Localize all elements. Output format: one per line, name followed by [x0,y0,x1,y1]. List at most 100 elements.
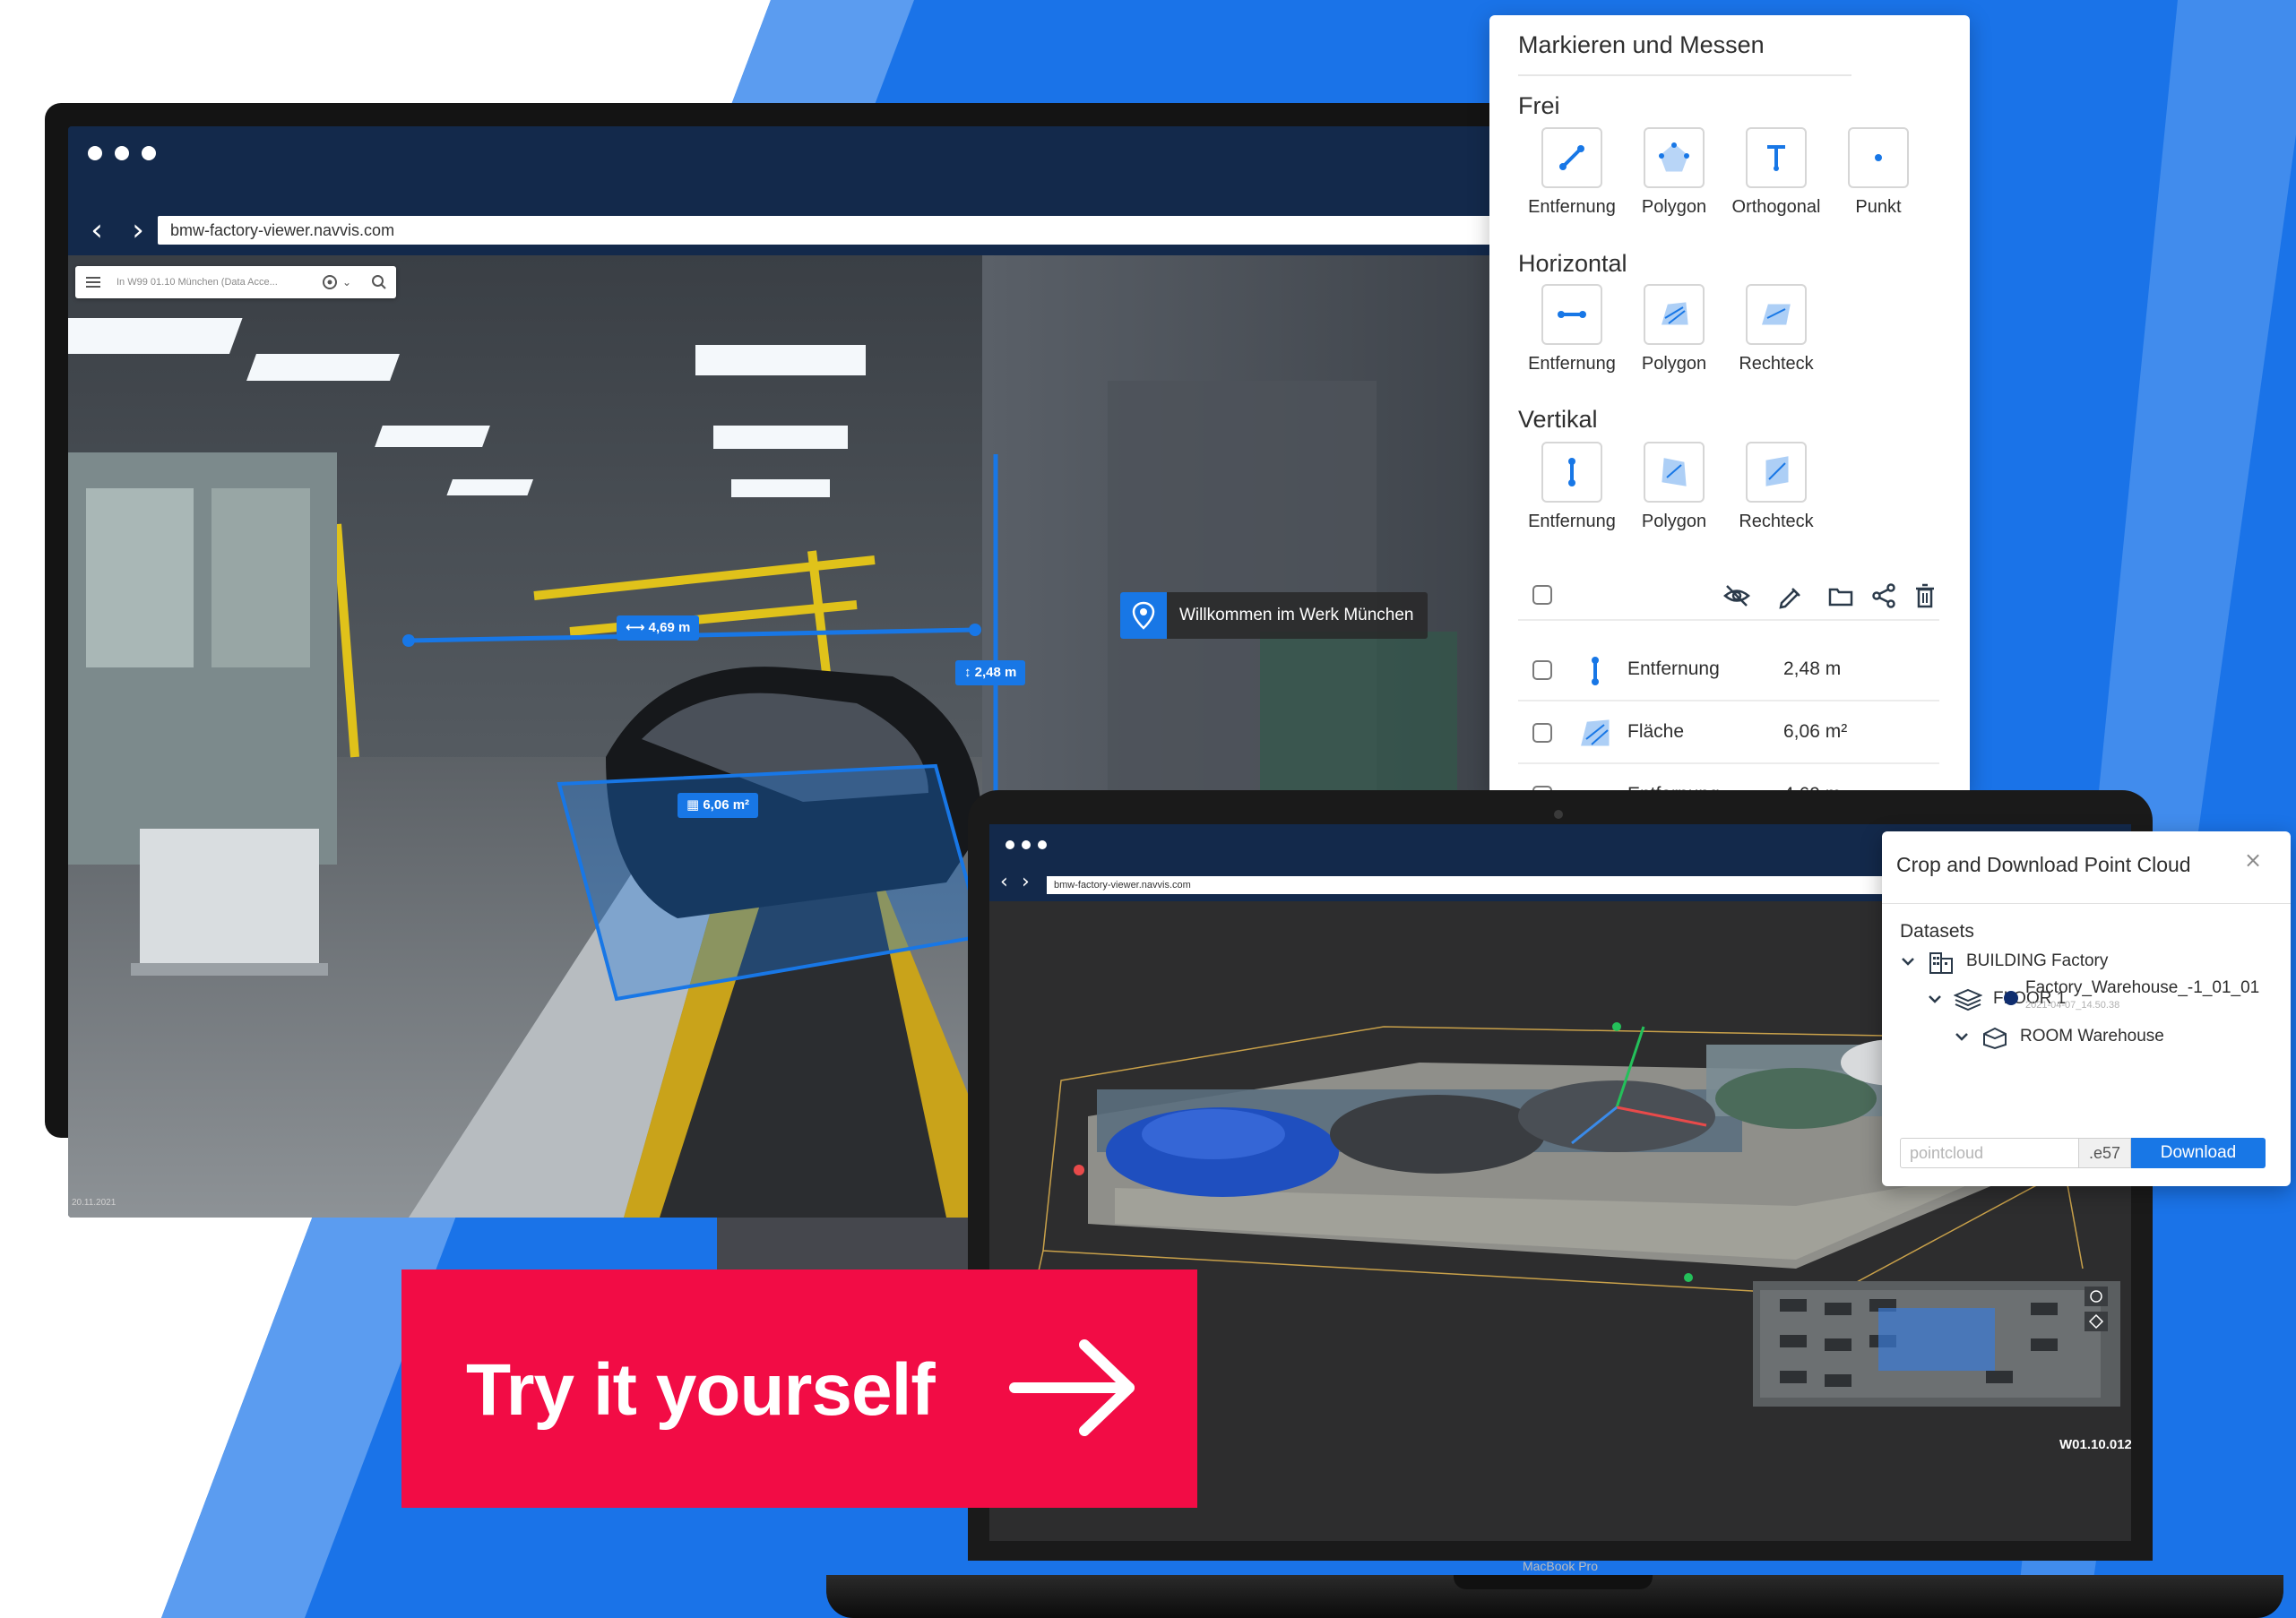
url-bar[interactable]: bmw-factory-viewer.navvis.com [158,216,1556,245]
chevron-down-icon[interactable] [1954,1028,1970,1045]
forward-arrow-icon[interactable]: › [1022,871,1030,893]
line-distance-icon [1559,145,1584,170]
measurement-value: 4,69 m [648,620,691,635]
select-all-checkbox[interactable] [1532,585,1552,605]
window-dot[interactable] [142,146,156,160]
browser-navbar: ‹ › bmw-factory-viewer.navvis.com [68,205,1556,255]
location-icon[interactable] [321,273,339,291]
section-title-vertical: Vertikal [1518,406,1598,433]
polygon-icon [1659,142,1689,172]
window-dot[interactable] [1038,840,1047,849]
point-icon [1875,154,1882,161]
capture-date: 20.11.2021 [72,1198,117,1208]
window-dot[interactable] [115,146,129,160]
window-dot[interactable] [1022,840,1031,849]
tool-button[interactable] [1746,442,1807,503]
browser-titlebar [68,126,1556,205]
section-title-horizontal: Horizontal [1518,250,1627,277]
chevron-down-icon[interactable] [1927,991,1943,1007]
divider [1518,74,1851,76]
orthogonal-icon [1767,145,1785,171]
measurement-value: 6,06 m² [1783,721,1848,742]
share-icon[interactable] [1869,581,1898,610]
measurement-row[interactable]: Entfernung 4,69 m [1518,764,1939,793]
measurement-label-area[interactable]: ▦ 6,06 m² [678,793,759,818]
measurement-value: 2,48 m [974,665,1017,680]
viewer-search-bar[interactable]: In W99 01.10 München (Data Acce... ⌄ [75,266,396,298]
hide-icon[interactable] [1722,581,1751,610]
poi-pin-icon [1120,592,1167,639]
laptop-camera [1554,810,1563,819]
folder-icon[interactable] [1826,581,1855,610]
vertical-distance-icon [1592,657,1599,685]
datasets-heading: Datasets [1900,921,1974,942]
tool-button[interactable] [1848,127,1909,188]
horizontal-polygon-icon [1661,302,1688,325]
tool-button[interactable] [1644,127,1705,188]
arrow-right-icon [1009,1339,1135,1436]
edit-icon[interactable] [1774,581,1803,610]
try-it-yourself-button[interactable]: Try it yourself [401,1269,1197,1508]
horizontal-rectangle-icon [1761,304,1791,325]
measurement-list-toolbar [1518,569,1939,621]
dataset-name[interactable]: Factory_Warehouse_-1_01_01 [2025,978,2259,998]
back-arrow-icon[interactable]: ‹ [1000,871,1008,893]
vertical-rectangle-icon [1765,456,1789,486]
tool-button[interactable] [1746,284,1807,345]
vertical-polygon-icon [1662,458,1687,486]
tool-label: Rechteck [1739,512,1814,531]
row-checkbox[interactable] [1532,660,1552,680]
room-icon [1983,1027,2007,1050]
window-controls [1006,840,1047,849]
laptop-notch [1454,1575,1653,1589]
cta-label: Try it yourself [466,1349,936,1431]
viewer-search-text: In W99 01.10 München (Data Acce... [117,277,278,288]
tool-button[interactable] [1541,442,1602,503]
filename-input[interactable]: pointcloud [1900,1138,2079,1168]
menu-icon[interactable] [86,276,100,288]
tool-button[interactable] [1541,127,1602,188]
measurement-value: 2,48 m [1783,658,1842,679]
tool-button[interactable] [1644,284,1705,345]
area-icon [1581,719,1610,746]
building-icon [1929,952,1953,974]
measurement-value: 6,06 m² [703,797,750,813]
measurement-name: Entfernung [1627,658,1720,679]
measurement-name: Fläche [1627,721,1685,742]
tool-button[interactable] [1746,127,1807,188]
tree-item-label: BUILDING Factory [1966,951,2109,970]
section-title-free: Frei [1518,92,1560,119]
chevron-down-icon[interactable] [1900,953,1916,969]
row-checkbox[interactable] [1532,723,1552,743]
window-controls [88,146,156,160]
tool-button[interactable] [1541,284,1602,345]
measurement-row[interactable]: Entfernung 2,48 m [1518,639,1939,701]
file-extension-select[interactable]: .e57 [2079,1138,2131,1168]
tool-label: Rechteck [1739,354,1814,374]
delete-icon[interactable] [1911,581,1939,610]
crop-panel-title: Crop and Download Point Cloud [1896,853,2191,876]
download-button[interactable]: Download [2131,1138,2266,1168]
chevron-down-icon[interactable]: ⌄ [342,266,351,298]
minimap[interactable] [1753,1281,2120,1407]
measurement-label-horizontal[interactable]: ⟷ 4,69 m [617,615,700,641]
tool-label: Punkt [1855,197,1902,217]
vertical-arrows-icon: ↕ [964,665,975,680]
window-dot[interactable] [1006,840,1014,849]
measurement-row[interactable]: Fläche 6,06 m² [1518,701,1939,764]
poi-welcome-text: Willkommen im Werk München [1179,606,1414,624]
back-arrow-icon[interactable]: ‹ [81,212,113,248]
forward-arrow-icon[interactable]: › [122,212,154,248]
horizontal-distance-icon [1558,311,1586,318]
tool-button[interactable] [1644,442,1705,503]
layers-icon [1954,988,1982,1011]
close-icon[interactable]: × [2240,848,2266,873]
measurement-label-vertical[interactable]: ↕ 2,48 m [955,660,1026,685]
minimap-location-label: W01.10.012 [2059,1437,2131,1452]
window-dot[interactable] [88,146,102,160]
measure-panel-title: Markieren und Messen [1518,31,1765,58]
divider [1882,903,2291,904]
search-icon[interactable] [371,274,387,290]
area-icon: ▦ [686,797,703,813]
poi-welcome-tag[interactable]: Willkommen im Werk München [1120,592,1429,639]
